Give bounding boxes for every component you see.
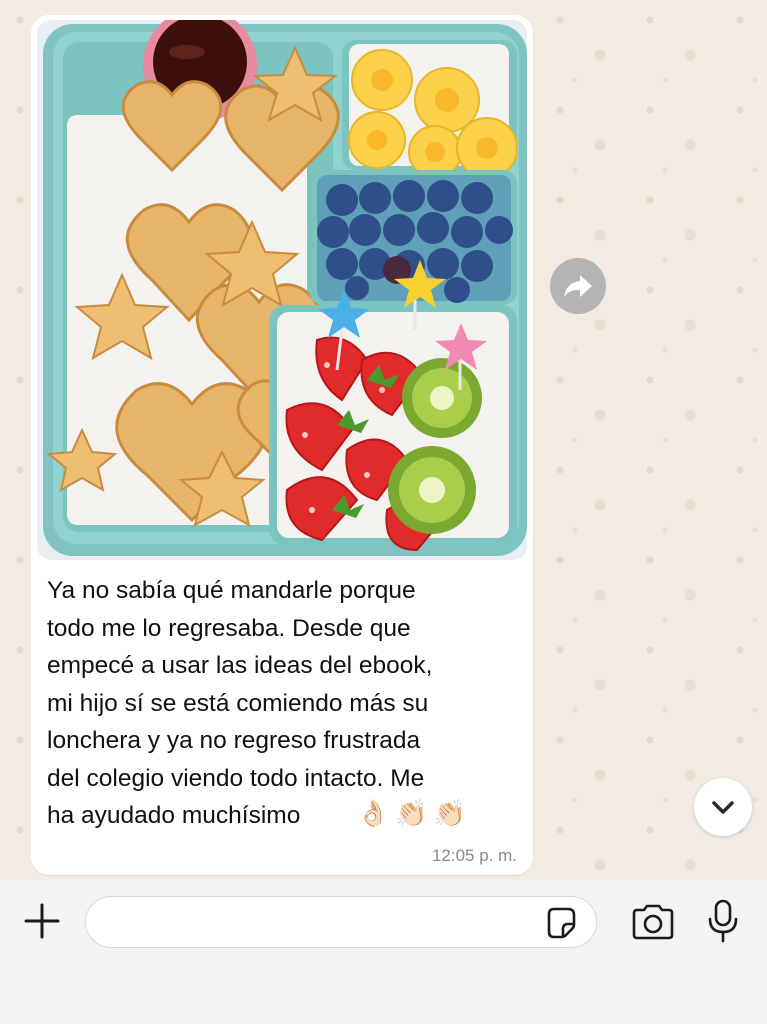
camera-button[interactable] <box>630 903 676 941</box>
scroll-to-bottom-button[interactable] <box>694 778 752 836</box>
clapping-hands-emoji: 👏🏻 <box>433 798 467 828</box>
ok-hand-emoji: 👌🏻 <box>357 798 390 828</box>
microphone-icon <box>708 899 738 943</box>
emoji-row: 👌🏻 👏🏻 👏🏻 <box>357 798 466 834</box>
message-bubble[interactable]: Ya no sabía qué mandarle porque todo me … <box>31 15 533 875</box>
camera-icon <box>632 904 674 940</box>
sticker-button[interactable] <box>543 905 579 941</box>
forward-icon <box>564 275 592 297</box>
microphone-button[interactable] <box>706 898 740 944</box>
chevron-down-icon <box>712 801 734 814</box>
forward-button[interactable] <box>550 258 606 314</box>
sticker-icon <box>547 907 576 939</box>
plus-icon <box>24 903 60 939</box>
clapping-hands-emoji: 👏🏻 <box>395 798 428 828</box>
message-timestamp: 12:05 p. m. <box>431 846 517 865</box>
message-input[interactable] <box>85 896 597 948</box>
lunchbox-photo[interactable] <box>37 20 527 560</box>
attach-button[interactable] <box>22 901 62 941</box>
message-text: Ya no sabía qué mandarle porque todo me … <box>47 577 433 829</box>
